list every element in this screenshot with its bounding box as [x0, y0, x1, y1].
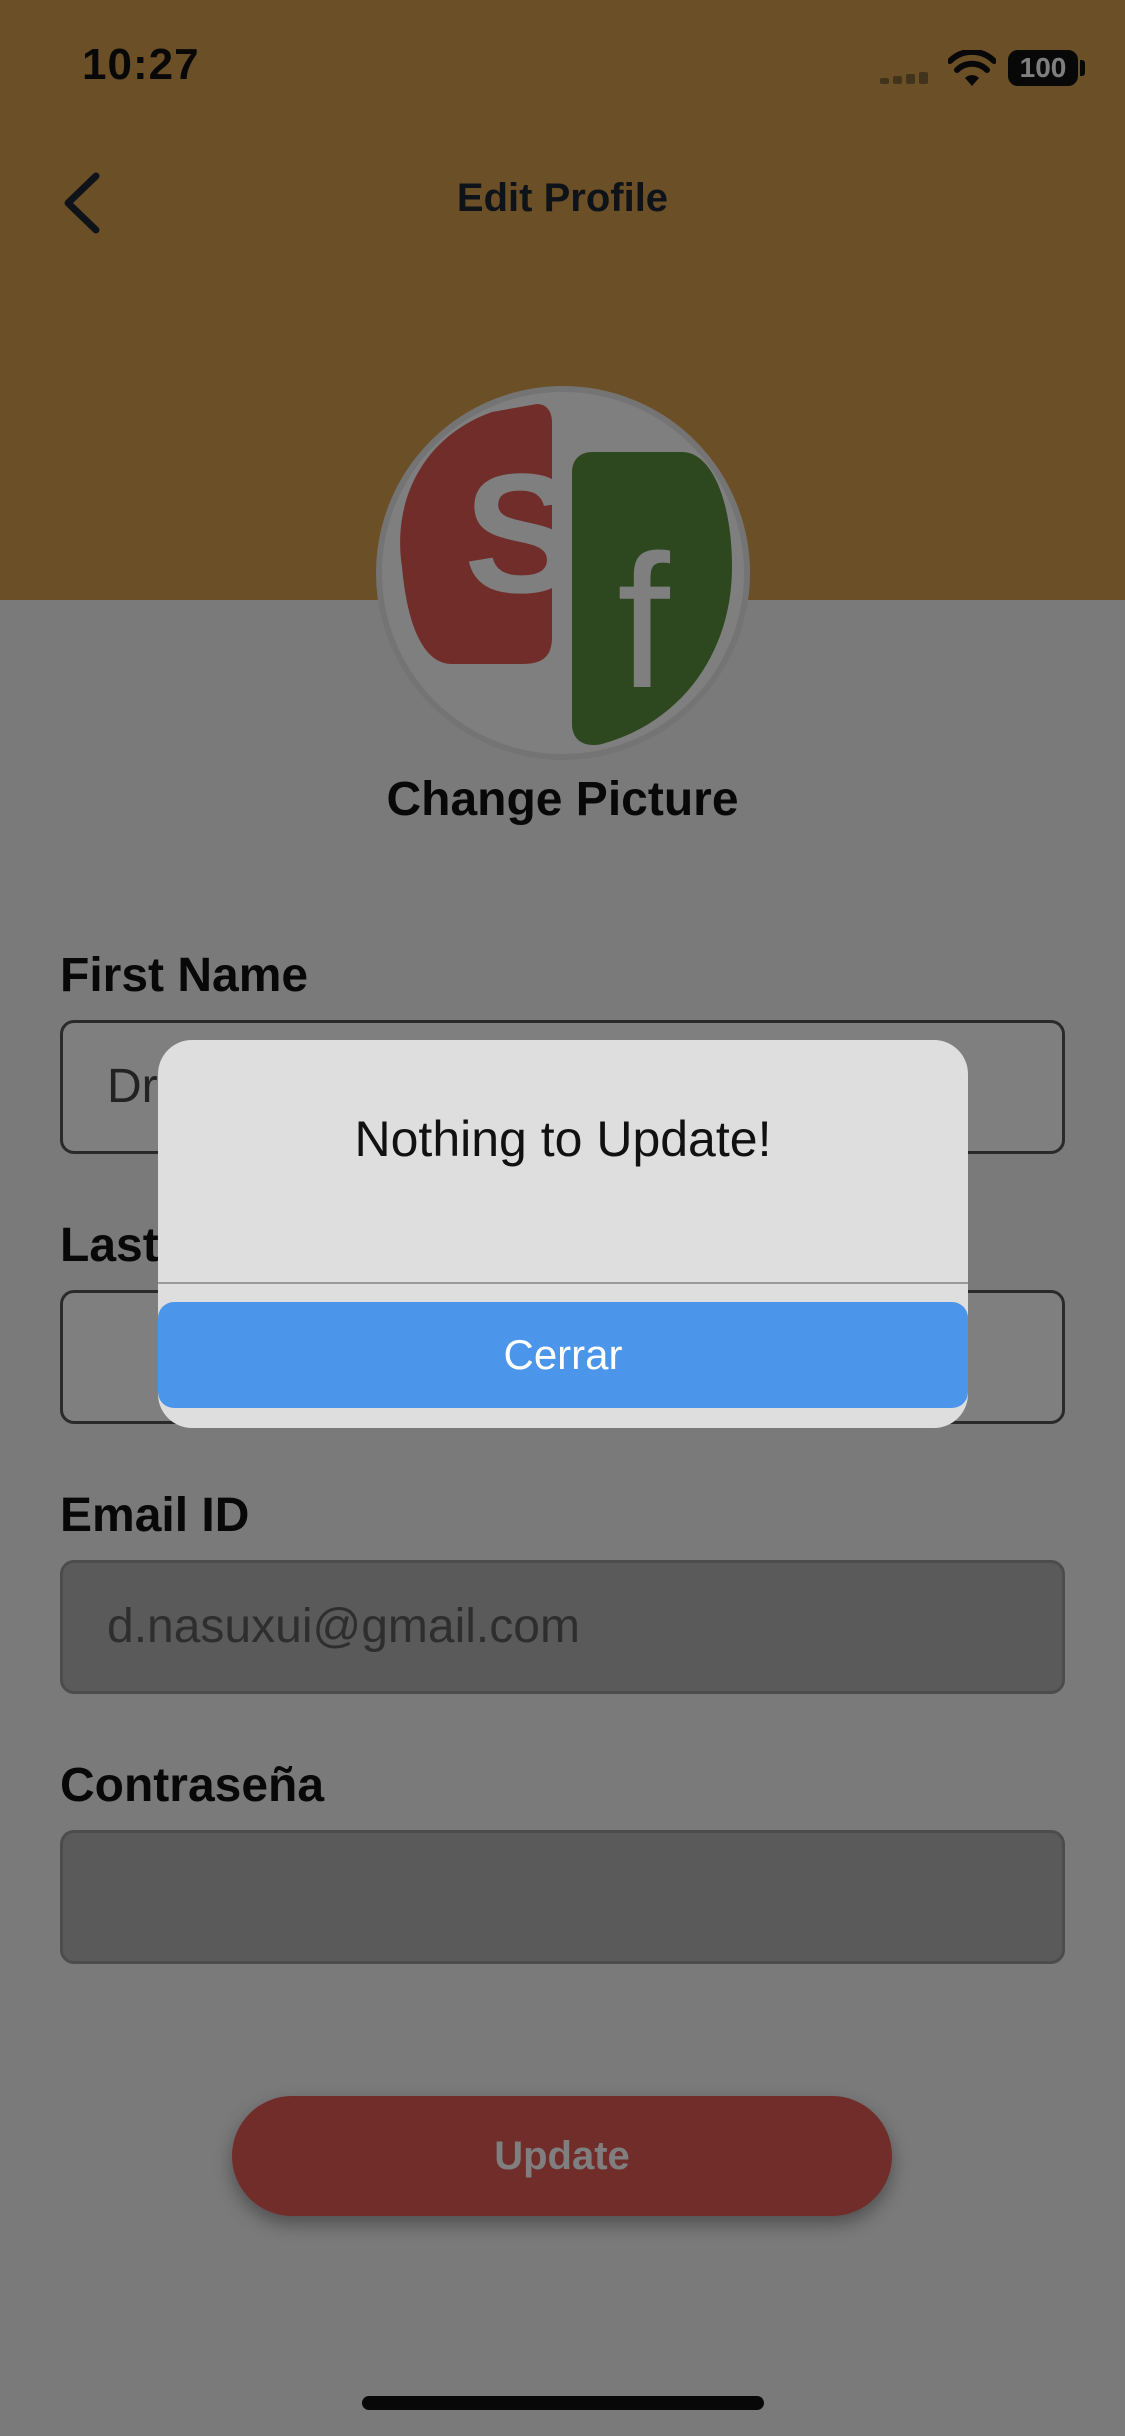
dialog-divider: [158, 1282, 968, 1284]
alert-dialog: Nothing to Update! Cerrar: [158, 1040, 968, 1428]
dialog-message: Nothing to Update!: [354, 1111, 772, 1167]
close-dialog-button[interactable]: Cerrar: [158, 1302, 968, 1408]
